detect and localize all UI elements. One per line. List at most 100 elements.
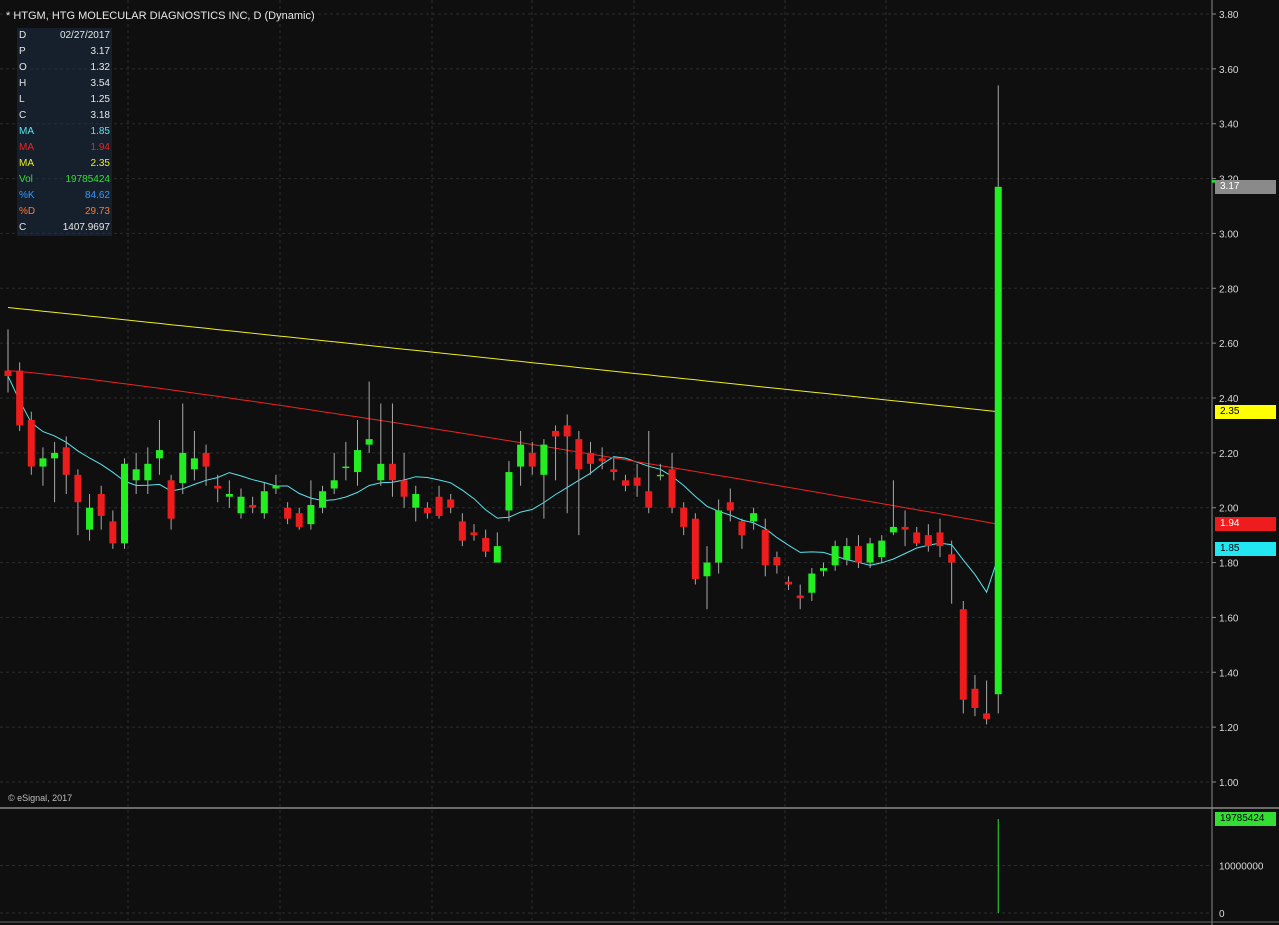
data-window-row: H 3.54 (17, 76, 112, 92)
data-window-row: Vol 19785424 (17, 172, 112, 188)
candle (528, 441, 536, 475)
tick-label: 3.60 (1219, 65, 1239, 76)
data-window-row: MA 1.94 (17, 140, 112, 156)
candle-body (319, 491, 327, 508)
data-window-label: Vol (19, 174, 33, 185)
candle-body (528, 452, 536, 467)
candle-body (493, 546, 501, 563)
candle-body (505, 472, 513, 511)
candle-body (132, 469, 140, 481)
data-window-label: C (19, 222, 27, 233)
candle (540, 439, 548, 519)
data-window-value: 3.54 (90, 78, 110, 89)
candle-body (202, 452, 210, 467)
candle (866, 537, 874, 569)
data-window-value: 1407.9697 (62, 222, 110, 233)
candle-body (750, 513, 758, 522)
data-window-row: P 3.17 (17, 44, 112, 60)
candle (62, 436, 70, 494)
data-window-row: %K 84.62 (17, 188, 112, 204)
tick-label: 1.80 (1219, 559, 1239, 570)
candle-body (831, 546, 839, 566)
data-window-row: MA 2.35 (17, 156, 112, 172)
data-window-value: 2.35 (90, 158, 110, 169)
data-window-value: 3.18 (90, 110, 110, 121)
copyright-text: © eSignal, 2017 (8, 793, 73, 803)
candle-body (796, 595, 804, 599)
tick-label: 1.00 (1219, 778, 1239, 789)
data-window-row: O 1.32 (17, 60, 112, 76)
candle (878, 535, 886, 563)
candle (820, 562, 827, 577)
data-window-value: 1.32 (90, 62, 110, 73)
candle-body (924, 535, 932, 547)
candle (913, 526, 921, 547)
candle-body (377, 463, 385, 481)
candle-body (412, 494, 420, 508)
candle (936, 518, 944, 558)
candle-body (27, 419, 35, 467)
candle-body (249, 504, 257, 508)
candle-body (959, 609, 967, 700)
tick-label: 1.60 (1219, 613, 1239, 624)
candle (458, 513, 466, 547)
data-window-row: C 1407.9697 (17, 220, 112, 236)
candle-body (517, 444, 525, 467)
candle-body (365, 439, 373, 445)
data-window-value: 19785424 (65, 174, 111, 185)
candle-body (633, 477, 641, 486)
candle-body (913, 532, 921, 544)
data-window-label: MA (19, 142, 34, 153)
candle (330, 452, 338, 494)
candle (948, 540, 956, 604)
candle-body (435, 496, 443, 516)
candle (435, 485, 443, 519)
data-window-row: D 02/27/2017 (17, 28, 112, 44)
candle-body (889, 526, 897, 533)
candle (179, 403, 187, 494)
candle-body (260, 491, 268, 514)
price-tag: 1.85 (1215, 541, 1276, 556)
candle (260, 483, 268, 519)
candle (121, 458, 128, 549)
candle-body (97, 494, 105, 516)
candle-body (423, 507, 431, 514)
candle-body (843, 546, 851, 560)
candle-body (878, 540, 886, 558)
candle (715, 499, 723, 574)
candle-body (190, 458, 198, 470)
candle (796, 584, 804, 610)
candle (750, 507, 758, 530)
candle (97, 485, 105, 530)
candle-body (225, 494, 233, 497)
candle-body (936, 532, 944, 547)
candle (587, 441, 594, 475)
candle-body (820, 568, 827, 571)
candle-body (761, 529, 769, 566)
candle-body (86, 507, 94, 530)
candle (319, 485, 327, 514)
candle-body (16, 370, 24, 426)
candle (633, 463, 641, 497)
candle (27, 411, 35, 475)
candle (621, 474, 629, 492)
candle (74, 469, 82, 536)
candle (423, 502, 431, 519)
candle-body (109, 521, 117, 544)
tick-label: 3.40 (1219, 120, 1239, 131)
data-window-label: %K (19, 190, 35, 201)
candle (563, 414, 571, 514)
candle-body (726, 502, 734, 511)
candle-body (272, 485, 280, 489)
candle (39, 447, 47, 486)
candle (167, 474, 175, 530)
data-window-row: L 1.25 (17, 92, 112, 108)
volume-tag: 19785424 (1215, 812, 1276, 827)
volume-tick-label: 10000000 (1219, 862, 1264, 873)
candle-body (598, 458, 606, 462)
candle (354, 419, 361, 486)
ma-mid-line (7, 370, 999, 525)
candle (16, 362, 24, 431)
candle-body (552, 430, 560, 437)
price-tag: 3.17 (1215, 179, 1276, 194)
